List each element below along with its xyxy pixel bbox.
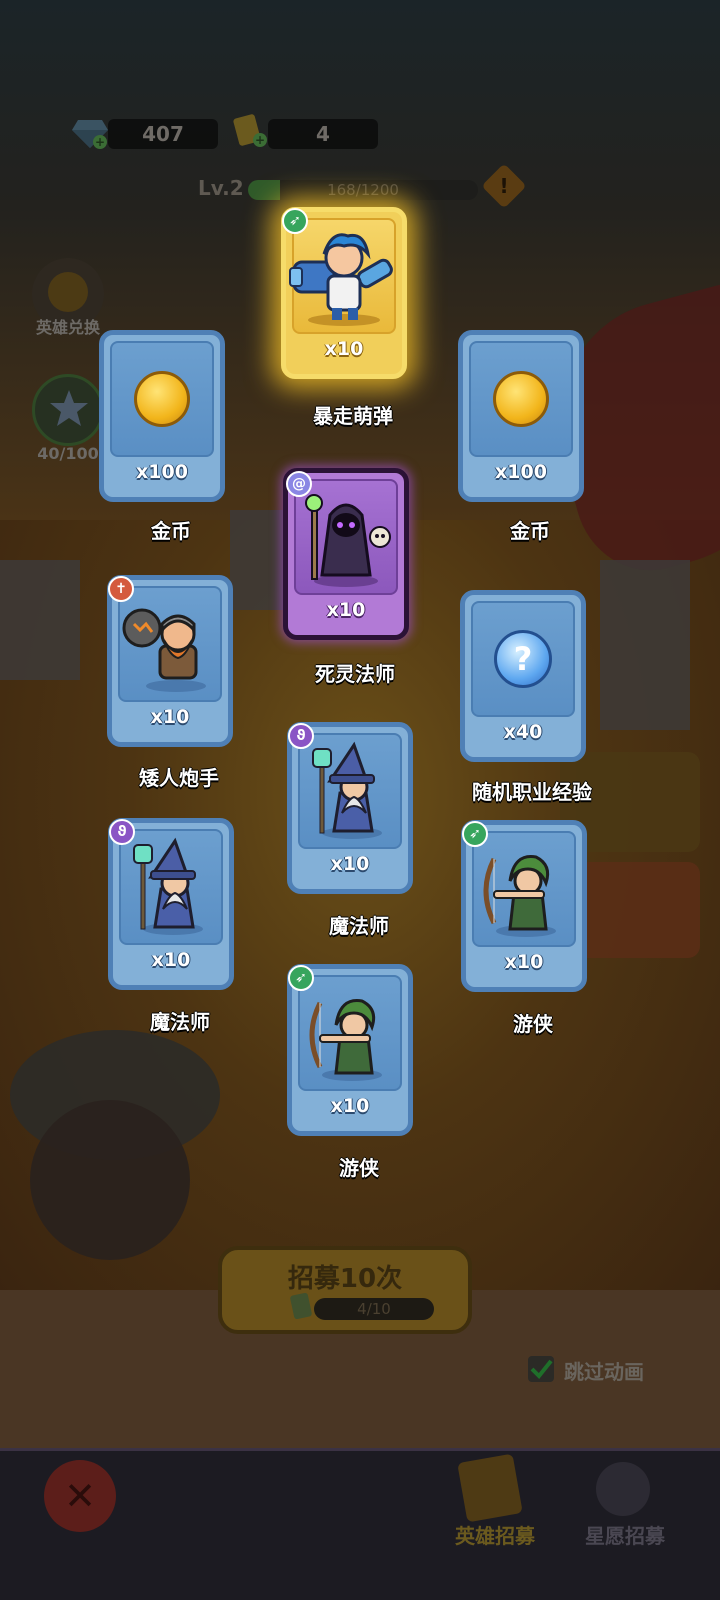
card-name: 暴走萌弹 xyxy=(313,404,393,428)
bow-class-icon: ➶ xyxy=(462,821,488,847)
svg-text:+: + xyxy=(95,135,105,149)
necromancer-art xyxy=(305,494,391,587)
svg-text:+: + xyxy=(255,133,265,147)
card-art-frame xyxy=(298,733,402,849)
check-icon xyxy=(530,1359,553,1379)
staff-class-icon: ϑ xyxy=(288,723,314,749)
question-icon: ? xyxy=(494,630,552,688)
card-count: x10 xyxy=(326,599,366,621)
card-name: 游侠 xyxy=(513,1012,553,1036)
recruit-10-button[interactable]: 招募10次 4/10 xyxy=(218,1246,472,1334)
recruit-label: 招募10次 xyxy=(287,1264,403,1294)
card-art-frame xyxy=(294,479,398,595)
reward-card-dwarf[interactable]: x10 ✝ xyxy=(107,575,233,747)
hero-gunner-art xyxy=(289,233,393,326)
card-name: 矮人炮手 xyxy=(139,766,219,790)
card-count: x10 xyxy=(330,1095,370,1117)
ranger-art xyxy=(309,999,382,1081)
wizard-art xyxy=(312,741,382,839)
card-count: x10 xyxy=(324,338,364,360)
level-label: Lv.2 xyxy=(198,176,244,200)
recruit-progress-text: 4/10 xyxy=(357,1300,391,1318)
card-count: x10 xyxy=(504,951,544,973)
star-icon xyxy=(50,390,88,426)
ticket-icon xyxy=(289,1292,313,1320)
hero-portrait-bg xyxy=(30,1100,190,1260)
card-art-frame xyxy=(472,831,576,947)
card-art-frame xyxy=(119,829,223,945)
star-wish-tab-icon xyxy=(596,1462,650,1516)
tab-hero-recruit[interactable]: 英雄招募 xyxy=(440,1520,550,1549)
card-name: 随机职业经验 xyxy=(472,780,592,804)
reward-card-ranger[interactable]: x10 ➶ xyxy=(461,820,587,992)
reward-card-coin[interactable]: x100 xyxy=(458,330,584,502)
card-count: x100 xyxy=(136,461,188,483)
close-button[interactable]: ✕ xyxy=(44,1460,116,1532)
card-name: 金币 xyxy=(510,519,550,543)
dwarf-art xyxy=(122,608,206,692)
card-count: x100 xyxy=(495,461,547,483)
card-name: 魔法师 xyxy=(329,914,389,938)
card-count: x10 xyxy=(150,706,190,728)
warning-symbol: ! xyxy=(499,174,509,198)
card-art-frame xyxy=(289,218,396,334)
xp-bar: 168/1200 xyxy=(248,180,478,200)
card-art-frame xyxy=(110,341,214,457)
warning-icon[interactable]: ! xyxy=(481,163,527,209)
reward-card-random-exp[interactable]: ? x40 xyxy=(460,590,586,762)
ticket-count: 4 xyxy=(268,119,378,149)
coin-icon xyxy=(493,371,549,427)
reward-card-gunner[interactable]: x10 ➶ xyxy=(281,207,407,379)
gem-count: 407 xyxy=(108,119,218,149)
reward-card-ranger[interactable]: x10 ➶ xyxy=(287,964,413,1136)
reward-card-coin[interactable]: x100 xyxy=(99,330,225,502)
card-name: 金币 xyxy=(151,519,191,543)
xp-text: 168/1200 xyxy=(327,181,399,199)
ticket-icon[interactable]: + xyxy=(230,112,270,147)
card-count: x10 xyxy=(330,853,370,875)
helmet-icon xyxy=(48,272,88,312)
gem-icon[interactable]: + xyxy=(70,116,110,150)
close-icon: ✕ xyxy=(64,1474,96,1518)
card-count: x40 xyxy=(503,721,543,743)
sword-class-icon: ✝ xyxy=(108,576,134,602)
card-count: x10 xyxy=(151,949,191,971)
tab-star-wish[interactable]: 星愿招募 xyxy=(570,1520,680,1549)
reward-card-wizard[interactable]: x10 ϑ xyxy=(108,818,234,990)
card-art-frame: ? xyxy=(471,601,575,717)
ranger-art xyxy=(483,855,556,937)
coin-icon xyxy=(134,371,190,427)
card-art-frame xyxy=(298,975,402,1091)
card-art-frame xyxy=(118,586,222,702)
hero-recruit-tab-icon xyxy=(457,1453,523,1523)
skip-animation-checkbox[interactable] xyxy=(528,1356,554,1382)
bow-class-icon: ➶ xyxy=(288,965,314,991)
card-art-frame xyxy=(469,341,573,457)
staff-class-icon: ϑ xyxy=(109,819,135,845)
card-name: 死灵法师 xyxy=(315,662,395,686)
card-name: 游侠 xyxy=(339,1156,379,1180)
wizard-art xyxy=(133,837,203,935)
skip-animation-label: 跳过动画 xyxy=(564,1360,644,1384)
spiral-class-icon: @ xyxy=(286,471,312,497)
card-name: 魔法师 xyxy=(150,1010,210,1034)
star-wish-button[interactable] xyxy=(32,374,104,446)
bow-class-icon: ➶ xyxy=(282,208,308,234)
recruit-progress-bar: 4/10 xyxy=(314,1298,434,1320)
reward-card-wizard[interactable]: x10 ϑ xyxy=(287,722,413,894)
reward-card-necromancer[interactable]: x10 @ xyxy=(283,468,409,640)
